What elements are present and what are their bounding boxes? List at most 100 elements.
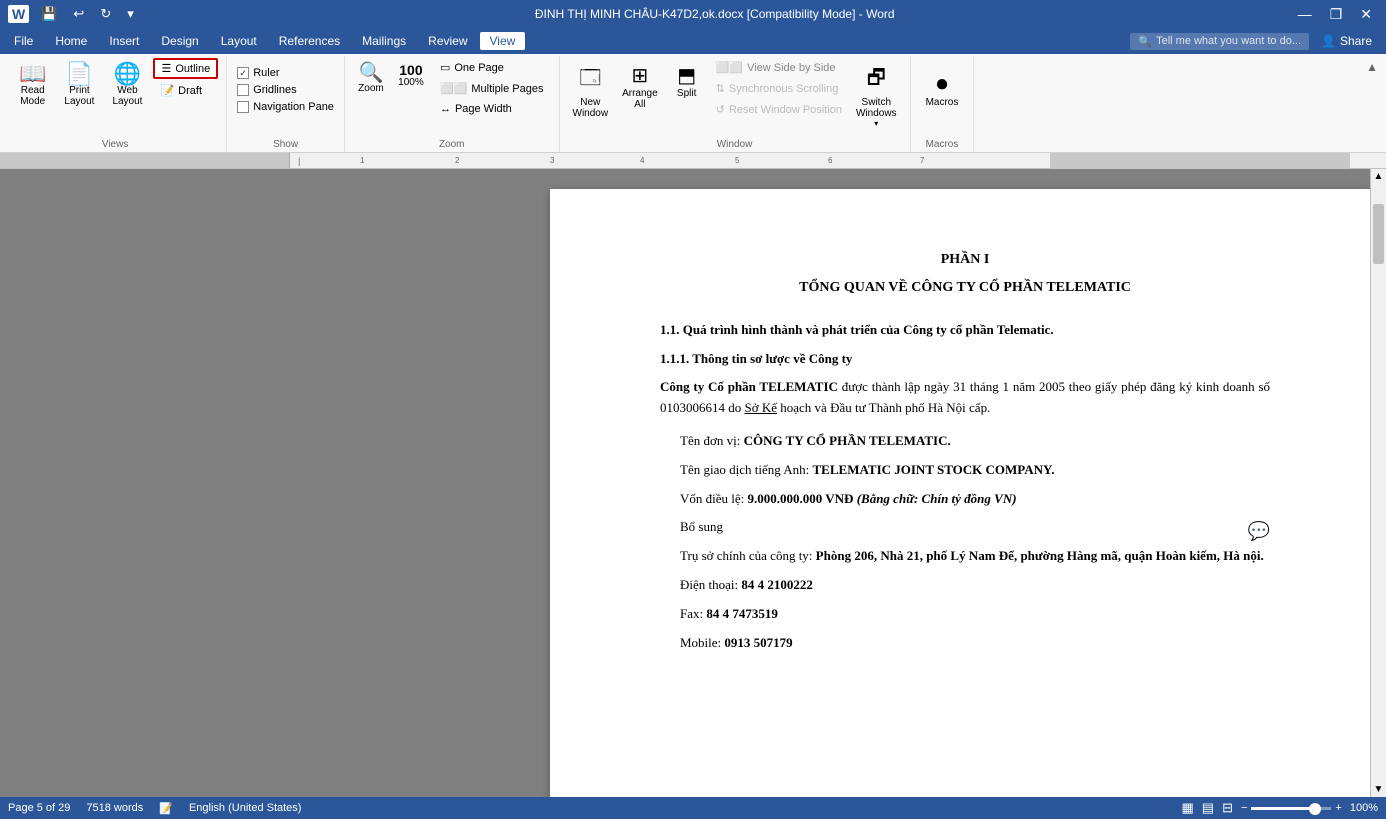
tell-me-search[interactable]: 🔍 Tell me what you want to do... [1130,33,1309,50]
menu-file[interactable]: File [4,32,43,50]
view-mode-icon-2[interactable]: ▤ [1202,800,1214,816]
new-window-button[interactable]: 🗔 NewWindow [568,58,614,124]
view-mode-icon-3[interactable]: ⊟ [1222,800,1233,816]
share-button[interactable]: 👤 Share [1311,32,1382,50]
zoom-plus-button[interactable]: + [1335,802,1341,814]
zoom-row: 🔍 Zoom 100 100% ▭ One Page ⬜⬜ Multiple P… [353,58,551,118]
scroll-up-button[interactable]: ▲ [1371,169,1386,184]
one-page-button[interactable]: ▭ One Page [433,58,551,77]
sync-scroll-icon: ⇅ [716,82,725,95]
view-side-by-side-button[interactable]: ⬜⬜ View Side by Side [711,58,847,77]
ribbon-group-show: ✓ Ruler Gridlines Navigation Pane Show [227,56,345,152]
view-mode-icon-1[interactable]: ▦ [1181,800,1193,816]
comment-icon[interactable]: 💬 [1248,517,1270,546]
address-row: Trụ sở chính của công ty: Phòng 206, Nhà… [680,546,1270,567]
document-scroll[interactable]: PHẦN I TỔNG QUAN VỀ CÔNG TY CỔ PHẦN TELE… [0,169,1386,797]
fax-label: Fax: [680,606,706,621]
print-layout-button[interactable]: 📄 PrintLayout [57,58,101,112]
heading-1-1-1: 1.1.1. Thông tin sơ lược về Công ty [660,349,1270,370]
outline-button[interactable]: ☰ Outline [153,58,218,79]
gridlines-checkbox[interactable]: Gridlines [235,83,336,97]
word-count: 7518 words [86,802,143,814]
views-group-label: Views [102,135,129,150]
ribbon-group-macros: ⏺ Macros Macros [911,56,975,152]
side-by-side-icon: ⬜⬜ [716,61,743,74]
switch-windows-button[interactable]: 🗗 SwitchWindows ▾ [851,58,902,133]
split-label: Split [677,88,696,99]
print-layout-icon: 📄 [66,63,93,85]
menu-layout[interactable]: Layout [211,32,267,50]
proofing-icon[interactable]: 📝 [159,802,173,815]
status-right: ▦ ▤ ⊟ − + 100% [1181,800,1378,816]
doc-title-1: PHẦN I [660,249,1270,271]
window-row: 🗔 NewWindow ⊞ ArrangeAll ⬒ Split ⬜⬜ View… [568,58,902,133]
status-bar: Page 5 of 29 7518 words 📝 English (Unite… [0,797,1386,819]
navigation-pane-checkbox[interactable]: Navigation Pane [235,100,336,114]
collapse-ribbon-button[interactable]: ▲ [1366,60,1378,74]
menu-insert[interactable]: Insert [99,32,149,50]
view-side-by-side-label: View Side by Side [747,62,835,74]
menu-home[interactable]: Home [45,32,97,50]
minimize-button[interactable]: — [1292,6,1318,23]
zoom-percent[interactable]: 100% [1350,802,1378,814]
title-bar-controls: — ❐ ✕ [1292,6,1378,23]
menu-review[interactable]: Review [418,32,477,50]
arrange-all-button[interactable]: ⊞ ArrangeAll [617,58,663,115]
multiple-pages-icon: ⬜⬜ [440,82,467,95]
zoom-fill [1251,807,1311,810]
mobile-label: Mobile: [680,635,724,650]
section-1-1: 1.1. Quá trình hình thành và phát triển … [660,320,1270,419]
heading-1-1-1-text: 1.1.1. Thông tin sơ lược về Công ty [660,351,852,366]
zoom-100-button[interactable]: 100 100% [393,58,429,93]
multiple-pages-button[interactable]: ⬜⬜ Multiple Pages [433,79,551,98]
redo-button[interactable]: ↻ [96,4,115,24]
customize-qat-button[interactable]: ▾ [123,4,138,24]
ruler-checkbox[interactable]: ✓ Ruler [235,66,336,80]
zoom-button[interactable]: 🔍 Zoom [353,58,389,99]
word-logo-icon: W [8,5,29,23]
arrange-all-label: ArrangeAll [622,88,658,110]
company-name-label: Tên đơn vị: [680,433,744,448]
switch-windows-dropdown-icon: ▾ [874,119,878,128]
scrollbar-thumb[interactable] [1373,204,1384,264]
page-width-button[interactable]: ↔ Page Width [433,100,551,118]
close-button[interactable]: ✕ [1354,6,1378,23]
switch-windows-label: SwitchWindows [856,97,897,119]
read-mode-icon: 📖 [19,63,46,85]
heading-1-1-text: 1.1. Quá trình hình thành và phát triển … [660,322,1054,337]
draft-button[interactable]: 📝 Draft [153,81,218,100]
vertical-scrollbar[interactable]: ▲ ▼ [1370,169,1386,797]
scroll-down-button[interactable]: ▼ [1371,782,1386,797]
synchronous-scrolling-button[interactable]: ⇅ Synchronous Scrolling [711,79,847,98]
zoom-minus-button[interactable]: − [1241,802,1247,814]
title-bar-left: W 💾 ↩ ↻ ▾ [8,4,138,24]
restore-button[interactable]: ❐ [1324,6,1349,23]
read-mode-label: ReadMode [20,85,45,107]
zoom-100-icon: 100 [399,63,422,77]
zoom-thumb[interactable] [1309,803,1321,815]
search-icon: 🔍 [1138,35,1152,48]
menu-view[interactable]: View [480,32,526,50]
reset-window-position-button[interactable]: ↺ Reset Window Position [711,100,847,119]
save-button[interactable]: 💾 [37,4,61,24]
reset-window-icon: ↺ [716,103,725,116]
capital-row: Vốn điều lệ: 9.000.000.000 VNĐ (Bằng chữ… [680,489,1270,510]
phone-row: Điện thoại: 84 4 2100222 [680,575,1270,596]
menu-design[interactable]: Design [151,32,208,50]
menu-mailings[interactable]: Mailings [352,32,416,50]
read-mode-button[interactable]: 📖 ReadMode [12,58,53,112]
language[interactable]: English (United States) [189,802,302,814]
bo-sung-row: Bổ sung 💬 [680,517,1270,538]
window-options: ⬜⬜ View Side by Side ⇅ Synchronous Scrol… [711,58,847,119]
web-layout-button[interactable]: 🌐 WebLayout [105,58,149,112]
macros-icon: ⏺ [936,71,947,97]
split-button[interactable]: ⬒ Split [667,58,707,104]
menu-references[interactable]: References [269,32,350,50]
macros-button[interactable]: ⏺ Macros [919,66,966,113]
capital-label: Vốn điều lệ: [680,491,748,506]
undo-button[interactable]: ↩ [69,4,88,24]
show-group-label: Show [273,135,298,150]
gridlines-check-box [237,84,249,96]
window-group-label: Window [717,135,753,150]
zoom-track[interactable] [1251,807,1331,810]
